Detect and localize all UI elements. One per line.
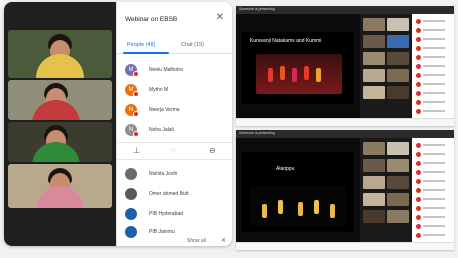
mute-icon[interactable]: ◌ (171, 146, 176, 155)
cam-tile[interactable] (363, 210, 385, 223)
cam-tile[interactable] (387, 86, 409, 99)
cam-tile[interactable] (387, 18, 409, 31)
video-tile-1[interactable] (8, 30, 112, 78)
cam-tile[interactable] (387, 176, 409, 189)
participant-row[interactable]: PIB Jammu (125, 224, 229, 242)
cam-tile[interactable] (387, 142, 409, 155)
mic-off-badge (133, 91, 139, 97)
mic-off-badge (133, 131, 139, 137)
presentation-stage: Alarippu (236, 138, 360, 242)
participant-row[interactable]: N Neha Jalali (125, 122, 229, 140)
cam-tile[interactable] (387, 159, 409, 172)
pin-icon[interactable]: ⊥ (133, 146, 140, 155)
cam-tile[interactable] (363, 69, 385, 82)
participant-name: Neha Jalali (149, 127, 174, 133)
participant-name: Neerja Verma (149, 107, 180, 113)
dance-photo (256, 54, 342, 94)
participant-row[interactable]: M Mythri M (125, 82, 229, 100)
active-tab-indicator (123, 52, 169, 54)
dance-photo (250, 186, 346, 226)
participant-name: Neelu Malhotra (149, 67, 183, 73)
video-tiles (4, 2, 116, 246)
participant-name: Omer ahmed Butt (149, 191, 189, 197)
tab-chat[interactable]: Chat (19) (181, 42, 204, 48)
close-icon[interactable]: ✕ (216, 12, 224, 23)
cam-tile[interactable] (363, 86, 385, 99)
taskbar (236, 118, 454, 126)
panel-tabs: People (48) Chat (19) (117, 34, 232, 54)
presenting-label: Someone is presenting (239, 131, 275, 135)
cam-tile[interactable] (363, 35, 385, 48)
participant-row[interactable]: M Neelu Malhotra (125, 62, 229, 80)
video-tile-4[interactable] (8, 164, 112, 208)
participant-name: Nishita Joshi (149, 171, 178, 177)
presentation-screenshot-1: Someone is presenting Kuravanji Natakams… (236, 6, 454, 126)
participant-cams (360, 14, 412, 118)
participant-name: Mythri M (149, 87, 169, 93)
presentation-screenshot-2: Someone is presenting Alarippu (236, 130, 454, 250)
video-tile-2[interactable] (8, 80, 112, 120)
cam-tile[interactable] (363, 52, 385, 65)
screenshot-collage: Webinar on EBSB ✕ People (48) Chat (19) … (0, 0, 458, 258)
presentation-slide: Kuravanji Natakams and Kummi (242, 32, 354, 104)
remove-icon[interactable]: ⊖ (209, 146, 216, 155)
presenting-label: Someone is presenting (239, 7, 275, 11)
cam-tile[interactable] (363, 159, 385, 172)
presenting-bar: Someone is presenting (236, 130, 454, 138)
presentation-stage: Kuravanji Natakams and Kummi (236, 14, 360, 118)
avatar (125, 208, 137, 220)
cam-tile[interactable] (363, 176, 385, 189)
cam-tile[interactable] (363, 18, 385, 31)
cam-tile[interactable] (363, 142, 385, 155)
cam-tile[interactable] (387, 193, 409, 206)
participant-controls: ⊥ ◌ ⊖ (117, 142, 232, 160)
avatar (125, 168, 137, 180)
slide-title: Kuravanji Natakams and Kummi (250, 38, 322, 44)
mic-off-badge (133, 71, 139, 77)
participant-name: PIB Hyderabad (149, 211, 183, 217)
tab-people[interactable]: People (48) (127, 42, 155, 48)
participant-name: PIB Jammu (149, 229, 175, 235)
cam-tile[interactable] (363, 193, 385, 206)
participant-list (412, 138, 454, 242)
participant-row[interactable]: N Neerja Verma (125, 102, 229, 120)
avatar (125, 226, 137, 238)
meet-window: Webinar on EBSB ✕ People (48) Chat (19) … (4, 2, 232, 246)
participant-row[interactable]: Omer ahmed Butt (125, 186, 229, 204)
avatar (125, 188, 137, 200)
mic-off-badge (133, 111, 139, 117)
presentation-slide: Alarippu (242, 152, 354, 232)
cam-tile[interactable] (387, 69, 409, 82)
participant-list (412, 14, 454, 118)
cam-tile[interactable] (387, 35, 409, 48)
participant-row[interactable]: PIB Hyderabad (125, 206, 229, 224)
presenting-bar: Someone is presenting (236, 6, 454, 14)
video-tile-3[interactable] (8, 122, 112, 162)
taskbar (236, 242, 454, 250)
panel-title: Webinar on EBSB (125, 16, 178, 23)
participant-cams (360, 138, 412, 242)
participant-row[interactable]: Nishita Joshi (125, 166, 229, 184)
cam-tile[interactable] (387, 52, 409, 65)
slide-title: Alarippu (276, 166, 295, 172)
cam-tile[interactable] (387, 210, 409, 223)
people-panel: Webinar on EBSB ✕ People (48) Chat (19) … (116, 2, 232, 246)
